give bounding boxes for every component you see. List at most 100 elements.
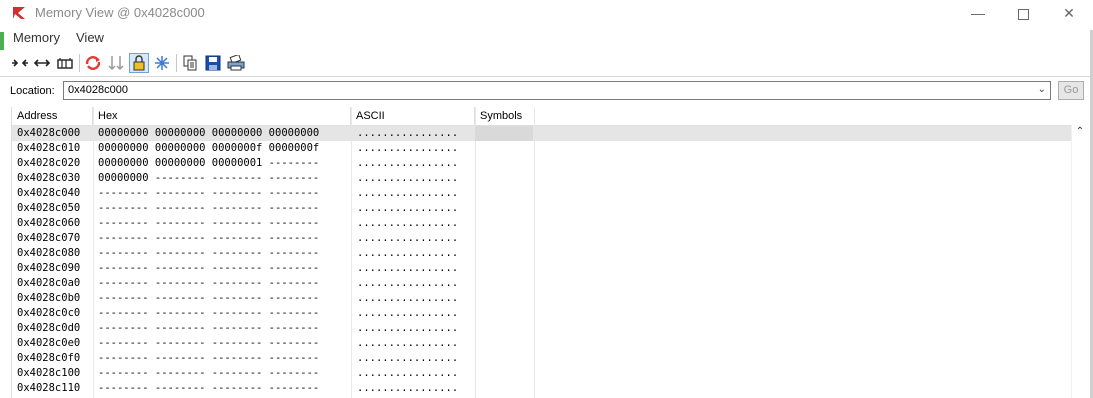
- hex-cell: -------- -------- -------- --------: [98, 217, 320, 229]
- hex-cell: 00000000 -------- -------- --------: [98, 172, 320, 184]
- address-cell: 0x4028c0c0: [17, 307, 81, 319]
- minimize-icon: —: [971, 5, 985, 21]
- location-value: 0x4028c000: [68, 84, 128, 96]
- chevron-down-icon[interactable]: ⌄: [1038, 84, 1046, 95]
- copy-button[interactable]: [180, 53, 200, 73]
- table-row[interactable]: 0x4028c000 00000000 00000000 00000000 000…: [12, 126, 1072, 141]
- hex-cell: -------- -------- -------- --------: [98, 322, 320, 334]
- address-cell: 0x4028c0f0: [17, 352, 81, 364]
- address-cell: 0x4028c030: [17, 172, 81, 184]
- close-icon: ✕: [1063, 5, 1075, 21]
- ascii-cell: ................: [357, 157, 459, 169]
- sort-button[interactable]: [106, 53, 126, 73]
- table-row[interactable]: 0x4028c110 -------- -------- -------- ---…: [12, 381, 1072, 396]
- ascii-cell: ................: [357, 247, 459, 259]
- table-row[interactable]: 0x4028c010 00000000 00000000 0000000f 000…: [12, 141, 1072, 156]
- go-button[interactable]: Go: [1058, 81, 1084, 100]
- ascii-cell: ................: [357, 292, 459, 304]
- print-button[interactable]: [226, 53, 246, 73]
- hex-cell: -------- -------- -------- --------: [98, 247, 320, 259]
- address-cell: 0x4028c060: [17, 217, 81, 229]
- window-title: Memory View @ 0x4028c000: [35, 5, 205, 20]
- ascii-cell: ................: [357, 367, 459, 379]
- print-icon: [227, 55, 245, 71]
- menu-memory[interactable]: Memory: [13, 30, 60, 45]
- menu-view[interactable]: View: [76, 30, 104, 45]
- hex-cell: -------- -------- -------- --------: [98, 187, 320, 199]
- collapse-arrows-icon: [12, 59, 28, 67]
- save-button[interactable]: [203, 53, 223, 73]
- address-cell: 0x4028c020: [17, 157, 81, 169]
- address-cell: 0x4028c0d0: [17, 322, 81, 334]
- table-row[interactable]: 0x4028c030 00000000 -------- -------- ---…: [12, 171, 1072, 186]
- location-input[interactable]: 0x4028c000 ⌄: [63, 81, 1051, 100]
- table-row[interactable]: 0x4028c060 -------- -------- -------- ---…: [12, 216, 1072, 231]
- hex-cell: -------- -------- -------- --------: [98, 367, 320, 379]
- expand-button[interactable]: [32, 53, 52, 73]
- refresh-button[interactable]: [83, 53, 103, 73]
- window-edge-strip: [0, 32, 4, 50]
- column-header-address[interactable]: Address: [12, 107, 93, 125]
- table-row[interactable]: 0x4028c0b0 -------- -------- -------- ---…: [12, 291, 1072, 306]
- table-row[interactable]: 0x4028c0a0 -------- -------- -------- ---…: [12, 276, 1072, 291]
- ascii-cell: ................: [357, 172, 459, 184]
- ascii-cell: ................: [357, 232, 459, 244]
- address-cell: 0x4028c040: [17, 187, 81, 199]
- table-row[interactable]: 0x4028c020 00000000 00000000 00000001 ---…: [12, 156, 1072, 171]
- hex-cell: 00000000 00000000 00000001 --------: [98, 157, 320, 169]
- ascii-cell: ................: [357, 382, 459, 394]
- table-row[interactable]: 0x4028c080 -------- -------- -------- ---…: [12, 246, 1072, 261]
- ascii-cell: ................: [357, 352, 459, 364]
- table-row[interactable]: 0x4028c0e0 -------- -------- -------- ---…: [12, 336, 1072, 351]
- ascii-cell: ................: [357, 127, 459, 139]
- freeze-button[interactable]: [152, 53, 172, 73]
- hex-cell: -------- -------- -------- --------: [98, 382, 320, 394]
- table-header: Address Hex ASCII Symbols: [12, 107, 1072, 126]
- ascii-cell: ................: [357, 217, 459, 229]
- hex-cell: -------- -------- -------- --------: [98, 292, 320, 304]
- app-logo-icon: [13, 7, 25, 19]
- ascii-cell: ................: [357, 322, 459, 334]
- refresh-icon: [85, 56, 101, 70]
- column-header-ascii[interactable]: ASCII: [351, 107, 475, 125]
- vertical-scrollbar[interactable]: ⌃: [1071, 125, 1088, 398]
- table-row[interactable]: 0x4028c040 -------- -------- -------- ---…: [12, 186, 1072, 201]
- table-row[interactable]: 0x4028c0f0 -------- -------- -------- ---…: [12, 351, 1072, 366]
- column-header-hex[interactable]: Hex: [93, 107, 351, 125]
- address-cell: 0x4028c090: [17, 262, 81, 274]
- scroll-up-icon[interactable]: ⌃: [1072, 125, 1088, 139]
- minimize-button[interactable]: —: [955, 0, 1001, 26]
- table-row[interactable]: 0x4028c090 -------- -------- -------- ---…: [12, 261, 1072, 276]
- toolbar-separator: [176, 54, 177, 72]
- table-row[interactable]: 0x4028c070 -------- -------- -------- ---…: [12, 231, 1072, 246]
- ascii-cell: ................: [357, 277, 459, 289]
- table-row[interactable]: 0x4028c0d0 -------- -------- -------- ---…: [12, 321, 1072, 336]
- address-cell: 0x4028c000: [17, 127, 81, 139]
- hex-cell: 00000000 00000000 0000000f 0000000f: [98, 142, 320, 154]
- hex-cell: -------- -------- -------- --------: [98, 337, 320, 349]
- sort-icon: [108, 56, 124, 71]
- hex-cell: 00000000 00000000 00000000 00000000: [98, 127, 320, 139]
- hex-cell: -------- -------- -------- --------: [98, 277, 320, 289]
- ascii-cell: ................: [357, 187, 459, 199]
- table-row[interactable]: 0x4028c0c0 -------- -------- -------- ---…: [12, 306, 1072, 321]
- ascii-cell: ................: [357, 262, 459, 274]
- symbols-selected-cell: [475, 126, 533, 141]
- table-row[interactable]: 0x4028c050 -------- -------- -------- ---…: [12, 201, 1072, 216]
- address-cell: 0x4028c100: [17, 367, 81, 379]
- ascii-cell: ................: [357, 202, 459, 214]
- maximize-button[interactable]: [1000, 0, 1046, 26]
- close-button[interactable]: ✕: [1046, 0, 1092, 26]
- memory-table: Address Hex ASCII Symbols 0x4028c000 0000…: [11, 107, 1093, 398]
- column-header-symbols[interactable]: Symbols: [475, 107, 535, 125]
- collapse-button[interactable]: [10, 53, 30, 73]
- table-row[interactable]: 0x4028c100 -------- -------- -------- ---…: [12, 366, 1072, 381]
- address-cell: 0x4028c0b0: [17, 292, 81, 304]
- hex-cell: -------- -------- -------- --------: [98, 262, 320, 274]
- lock-button[interactable]: [129, 53, 149, 73]
- hex-cell: -------- -------- -------- --------: [98, 232, 320, 244]
- menu-bar: Memory View: [0, 28, 1093, 50]
- ascii-cell: ................: [357, 307, 459, 319]
- address-cell: 0x4028c010: [17, 142, 81, 154]
- format-button[interactable]: [55, 53, 75, 73]
